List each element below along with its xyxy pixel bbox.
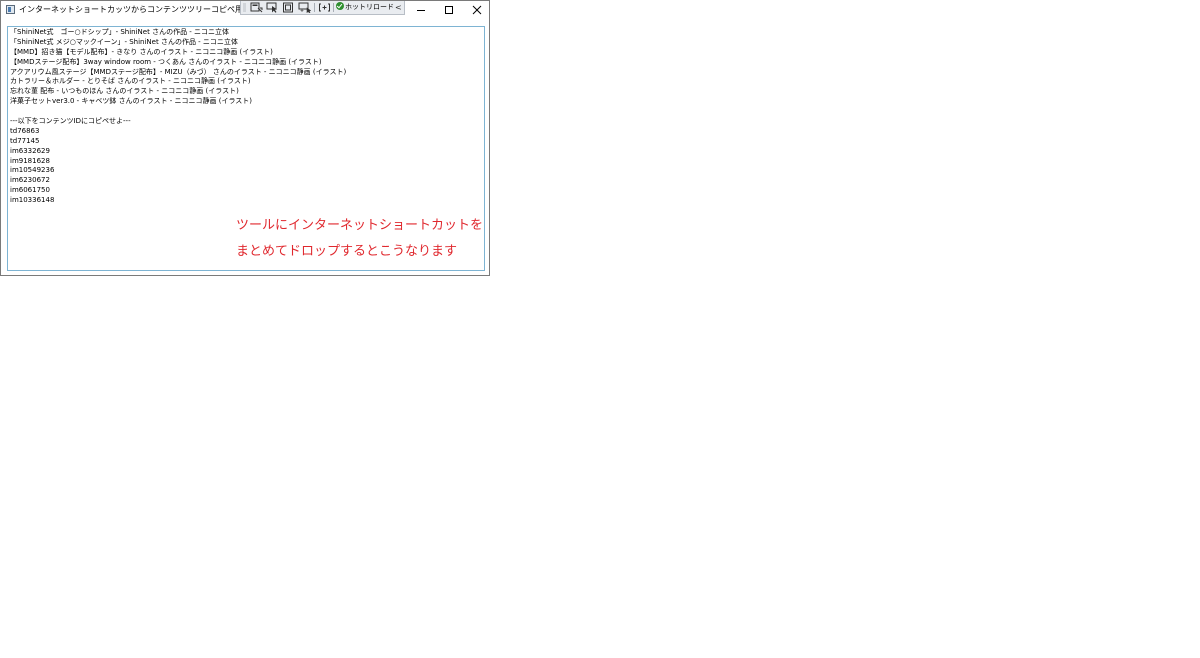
text-line: im6332629 [10,146,50,155]
text-line: 忘れな菫 配布 - いつものほん さんのイラスト - ニコニコ静画 (イラスト) [10,87,239,96]
hot-reload-label: ホットリロード [345,3,394,11]
maximize-button[interactable] [435,1,463,19]
hot-reload-status[interactable]: ホットリロード [336,2,394,13]
text-line: td76863 [10,126,40,135]
layout-adorners-icon[interactable] [282,2,295,13]
live-visual-tree-icon[interactable] [250,2,263,13]
toolbar-grip-icon[interactable] [243,3,246,12]
display-layout-icon[interactable] [318,2,331,13]
close-icon [472,5,482,15]
annotation-line-2: まとめてドロップするとこうなります [236,244,458,259]
text-line: im10549236 [10,166,55,175]
minimize-button[interactable] [407,1,435,19]
text-line: td77145 [10,136,40,145]
minimize-icon [417,10,425,11]
select-element-icon[interactable] [266,2,279,13]
text-lines: 「ShiniNet式 ゴー○ドシップ」- ShiniNet さんの作品 - ニコ… [10,28,346,206]
close-button[interactable] [463,1,491,19]
annotation-line-1: ツールにインターネットショートカットを [236,218,484,233]
text-line: カトラリー＆ホルダー - とりそば さんのイラスト - ニコニコ静画 (イラスト… [10,77,251,86]
collapse-toolbar-icon[interactable]: < [395,2,402,13]
text-line: im6061750 [10,186,50,195]
text-line: im10336148 [10,196,55,205]
text-line: 【MMDステージ配布】3way window room - つくあん さんのイラ… [10,57,322,66]
text-line: アクアリウム風ステージ【MMDステージ配布】- MIZU（みづ） さんのイラスト… [10,67,347,76]
check-circle-icon [336,2,344,10]
annotation-caption: ツールにインターネットショートカットを まとめてドロップするとこうなります [236,213,483,265]
text-line: ---以下をコンテンツIDにコピペせよ--- [10,117,131,126]
text-line: 「ShiniNet式 ゴー○ドシップ」- ShiniNet さんの作品 - ニコ… [10,28,230,36]
app-icon [6,5,15,14]
text-line: im6230672 [10,176,50,185]
title-bar[interactable]: インターネットショートカッツからコンテンツツリーコピペ用テキストを作るツール ホ… [1,1,489,19]
text-line: 洋菓子セットver3.0 - キャベツ鉢 さんのイラスト - ニコニコ静画 (イ… [10,97,253,106]
xaml-dev-toolbar: ホットリロード < [240,1,405,15]
toolbar-separator [333,3,334,12]
text-line: 【MMD】招き猫【モデル配布】- きなり さんのイラスト - ニコニコ静画 (イ… [10,47,273,56]
text-line: 「ShiniNet式 メジ○マックイーン」- ShiniNet さんの作品 - … [10,37,238,46]
text-line [10,107,346,117]
text-line: im9181628 [10,156,50,165]
toolbar-separator [314,3,315,12]
track-focus-icon[interactable] [298,2,311,13]
maximize-icon [445,6,453,14]
